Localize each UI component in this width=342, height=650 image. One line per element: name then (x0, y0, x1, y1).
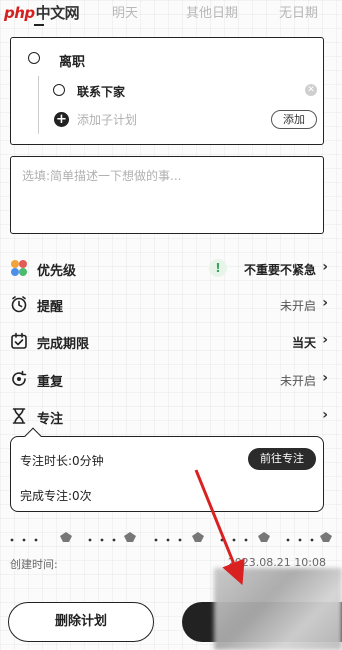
plus-icon[interactable]: + (54, 112, 69, 127)
focus-duration-value: 0分钟 (72, 454, 104, 468)
focus-completed: 完成专注:0次 (20, 487, 92, 504)
chevron-right-icon: › (322, 370, 328, 386)
calendar-check-icon (11, 332, 27, 349)
exclamation-icon: ! (209, 259, 227, 277)
chevron-right-icon: › (322, 407, 328, 423)
focus-stats-card: 专注时长:0分钟 完成专注:0次 前往专注 (10, 436, 324, 512)
tab-other-date[interactable]: 其他日期 (186, 2, 238, 21)
delete-plan-button[interactable]: 删除计划 (8, 602, 154, 642)
subtask-complete-radio[interactable] (53, 84, 65, 96)
tab-indicator (34, 24, 44, 26)
focus-duration-label: 专注时长: (20, 454, 73, 468)
focus-row[interactable]: 专注 › (0, 402, 342, 430)
focus-completed-value: 0次 (72, 489, 92, 503)
decorative-divider (10, 532, 332, 542)
focus-label: 专注 (37, 412, 64, 427)
priority-label: 优先级 (37, 264, 77, 279)
tab-no-date[interactable]: 无日期 (279, 2, 318, 21)
task-card: 离职 联系下家 ✕ + 添加 (10, 37, 324, 145)
date-tabs: 明天 其他日期 无日期 (0, 0, 342, 22)
priority-value: 不重要不紧急 (243, 263, 316, 277)
task-complete-radio[interactable] (28, 52, 40, 64)
reminder-value: 未开启 (279, 299, 316, 313)
subtask-connector-line (38, 76, 39, 134)
deadline-label: 完成期限 (37, 337, 90, 352)
repeat-icon (12, 370, 27, 386)
repeat-row[interactable]: 重复 未开启 › (0, 365, 342, 393)
watermark-blur-overlay (214, 568, 342, 650)
chevron-right-icon: › (322, 259, 328, 275)
created-time-label: 创建时间: (10, 558, 58, 571)
chevron-right-icon: › (322, 295, 328, 311)
add-subtask-input[interactable] (77, 112, 257, 128)
focus-completed-label: 完成专注: (20, 489, 73, 503)
reminder-row[interactable]: 提醒 未开启 › (0, 290, 342, 318)
deadline-row[interactable]: 完成期限 当天 › (0, 327, 342, 355)
clear-icon[interactable]: ✕ (305, 84, 317, 96)
alarm-clock-icon (11, 296, 27, 313)
subtask-title[interactable]: 联系下家 (77, 83, 125, 100)
tab-tomorrow[interactable]: 明天 (112, 2, 138, 21)
reminder-label: 提醒 (37, 300, 64, 315)
priority-row[interactable]: 优先级 ! 不重要不紧急 › (0, 254, 342, 282)
deadline-value: 当天 (291, 336, 316, 350)
description-box (10, 156, 324, 234)
goto-focus-button[interactable]: 前往专注 (248, 448, 316, 470)
chevron-right-icon: › (322, 332, 328, 348)
repeat-label: 重复 (37, 375, 64, 390)
task-title[interactable]: 离职 (59, 51, 85, 70)
description-input[interactable] (22, 167, 312, 223)
repeat-value: 未开启 (279, 374, 316, 388)
priority-icon (11, 260, 27, 276)
focus-duration: 专注时长:0分钟 (20, 452, 104, 469)
hourglass-icon (12, 408, 26, 424)
add-subtask-button[interactable]: 添加 (271, 110, 317, 129)
